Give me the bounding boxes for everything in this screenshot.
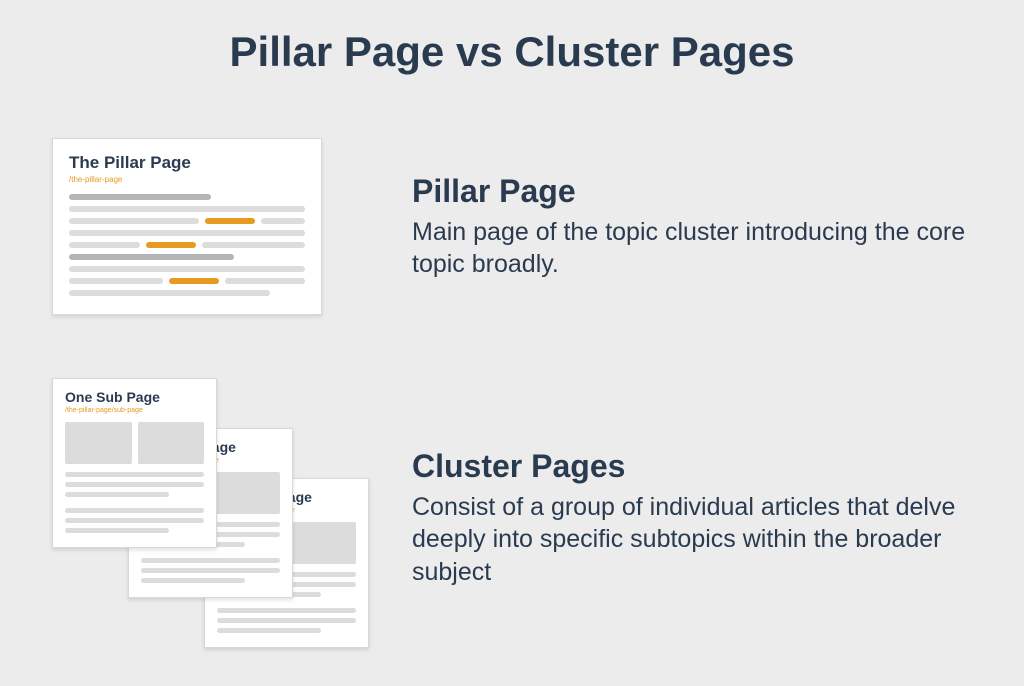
text-line-placeholder: [69, 266, 305, 272]
pillar-card-lines: [69, 194, 305, 296]
cluster-text: Cluster Pages Consist of a group of indi…: [412, 448, 984, 589]
text-line-placeholder: [217, 628, 321, 633]
text-line-placeholder: [69, 206, 305, 212]
cluster-body: Consist of a group of individual article…: [412, 491, 984, 589]
text-line-placeholder: [69, 278, 163, 284]
text-line-placeholder: [202, 242, 305, 248]
pillar-text: Pillar Page Main page of the topic clust…: [412, 173, 984, 281]
text-line-placeholder: [141, 568, 280, 573]
text-line-placeholder: [69, 254, 234, 260]
text-line-placeholder: [225, 278, 305, 284]
image-placeholder: [214, 472, 281, 514]
text-line-placeholder: [69, 242, 140, 248]
pillar-body: Main page of the topic cluster introduci…: [412, 216, 984, 281]
image-placeholder: [290, 522, 357, 564]
pillar-heading: Pillar Page: [412, 173, 984, 210]
cluster-stack: One Sub Page /the-pillar-page/sub-page O…: [52, 378, 372, 658]
text-line-placeholder: [65, 492, 169, 497]
image-placeholder: [65, 422, 132, 464]
link-placeholder: [169, 278, 219, 284]
text-line-placeholder: [65, 472, 204, 477]
text-line-placeholder: [65, 482, 204, 487]
text-line-placeholder: [69, 194, 211, 200]
text-line-placeholder: [65, 508, 204, 513]
text-line-placeholder: [69, 230, 305, 236]
pillar-illustration: The Pillar Page /the-pillar-page: [52, 138, 372, 315]
text-line-placeholder: [141, 558, 280, 563]
link-placeholder: [205, 218, 255, 224]
cluster-illustration: One Sub Page /the-pillar-page/sub-page O…: [52, 378, 372, 658]
text-line-placeholder: [65, 528, 169, 533]
text-line-placeholder: [69, 218, 199, 224]
pillar-row: The Pillar Page /the-pillar-page: [52, 138, 984, 315]
image-placeholder: [138, 422, 205, 464]
text-line-placeholder: [217, 618, 356, 623]
text-line-placeholder: [261, 218, 305, 224]
pillar-card-title: The Pillar Page: [69, 153, 305, 173]
text-line-placeholder: [141, 578, 245, 583]
text-line-placeholder: [69, 290, 270, 296]
text-line-placeholder: [65, 518, 204, 523]
sub-card-title: One Sub Page: [65, 389, 204, 405]
pillar-page-card: The Pillar Page /the-pillar-page: [52, 138, 322, 315]
cluster-sub-card: One Sub Page /the-pillar-page/sub-page: [52, 378, 217, 548]
cluster-row: One Sub Page /the-pillar-page/sub-page O…: [52, 378, 984, 658]
page-title: Pillar Page vs Cluster Pages: [0, 0, 1024, 76]
text-line-placeholder: [217, 608, 356, 613]
sub-card-url: /the-pillar-page/sub-page: [65, 407, 204, 414]
cluster-heading: Cluster Pages: [412, 448, 984, 485]
link-placeholder: [146, 242, 196, 248]
pillar-card-url: /the-pillar-page: [69, 175, 305, 184]
